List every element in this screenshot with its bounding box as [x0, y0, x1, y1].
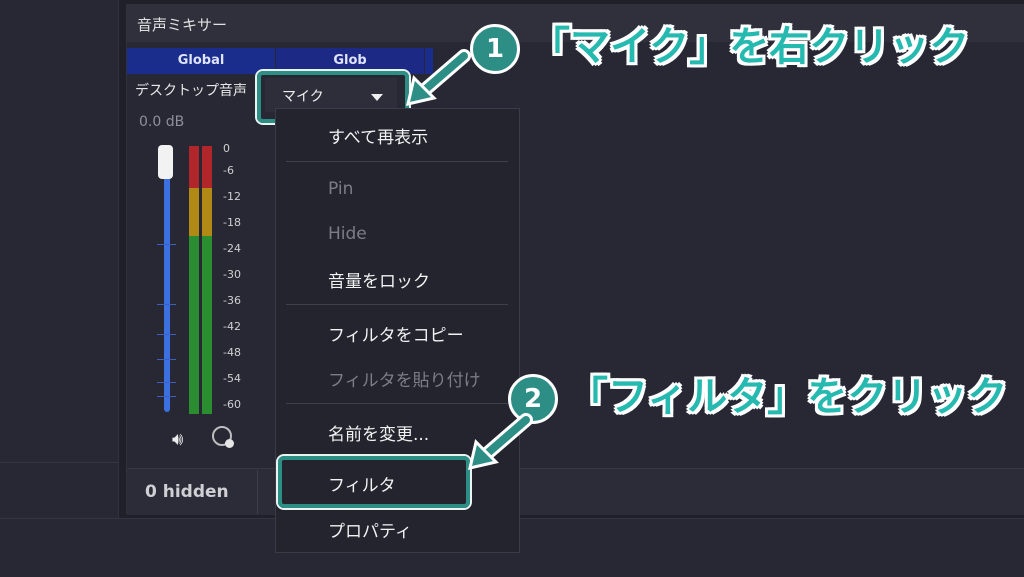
step-2-text: 「フィルタ」をクリック: [568, 374, 1008, 420]
footer-divider: [257, 470, 258, 514]
menu-item-rename[interactable]: 名前を変更...: [328, 420, 429, 445]
fader-tick: [157, 382, 176, 383]
arrow-step-1-icon: [405, 49, 471, 107]
meter-scale-label: -36: [223, 294, 241, 307]
menu-item-paste-filters[interactable]: フィルタを貼り付け: [328, 366, 481, 391]
meter-scale-label: -48: [223, 346, 241, 359]
step-1-text: 「マイク」を右クリック: [530, 24, 970, 70]
menu-separator: [286, 161, 508, 162]
gear-icon[interactable]: [212, 426, 234, 448]
meter-scale-label: -24: [223, 242, 241, 255]
menu-item-properties[interactable]: プロパティ: [328, 517, 412, 542]
highlight-box-filters: [278, 456, 470, 508]
tab-global-1[interactable]: Global: [127, 48, 275, 74]
level-meter-right: [202, 146, 212, 414]
fader-tick: [157, 304, 176, 305]
meter-scale-label: -12: [223, 190, 241, 203]
meter-scale-label: -54: [223, 372, 241, 385]
meter-scale-label: -18: [223, 216, 241, 229]
arrow-step-2-icon: [467, 413, 533, 471]
menu-item-pin[interactable]: Pin: [328, 179, 353, 199]
step-1-badge: 1: [470, 24, 520, 74]
channel-db-level: 0.0 dB: [139, 114, 185, 130]
fader-tick: [157, 396, 176, 397]
speaker-icon[interactable]: 🔊︎: [172, 429, 183, 450]
mixer-title: 音声ミキサー: [137, 16, 228, 34]
menu-item-copy-filters[interactable]: フィルタをコピー: [328, 321, 464, 346]
meter-scale-label: -6: [223, 164, 234, 177]
level-meter-left: [189, 146, 199, 414]
dock-separator: [0, 462, 118, 463]
annotation-step-1: 1 「マイク」を右クリック: [470, 14, 969, 74]
annotation-step-2: 2 「フィルタ」をクリック: [508, 364, 1007, 424]
meter-scale-label: -60: [223, 398, 241, 411]
menu-item-lock-volume[interactable]: 音量をロック: [328, 267, 430, 292]
hidden-count-label[interactable]: 0 hidden: [145, 482, 229, 502]
meter-scale-label: -30: [223, 268, 241, 281]
mixer-footer: [127, 468, 1024, 515]
channel-name: デスクトップ音声: [135, 83, 247, 99]
volume-fader-track[interactable]: [164, 154, 170, 412]
volume-fader-knob[interactable]: [158, 145, 173, 179]
meter-scale-label: -42: [223, 320, 241, 333]
fader-tick: [157, 244, 176, 245]
meter-scale-label: 0: [223, 142, 230, 155]
left-dock: [0, 0, 119, 520]
menu-item-show-all[interactable]: すべて再表示: [328, 123, 428, 148]
menu-separator: [286, 403, 508, 404]
fader-tick: [157, 359, 176, 360]
menu-item-hide[interactable]: Hide: [328, 224, 367, 244]
menu-separator: [286, 304, 508, 305]
fader-tick: [157, 334, 176, 335]
